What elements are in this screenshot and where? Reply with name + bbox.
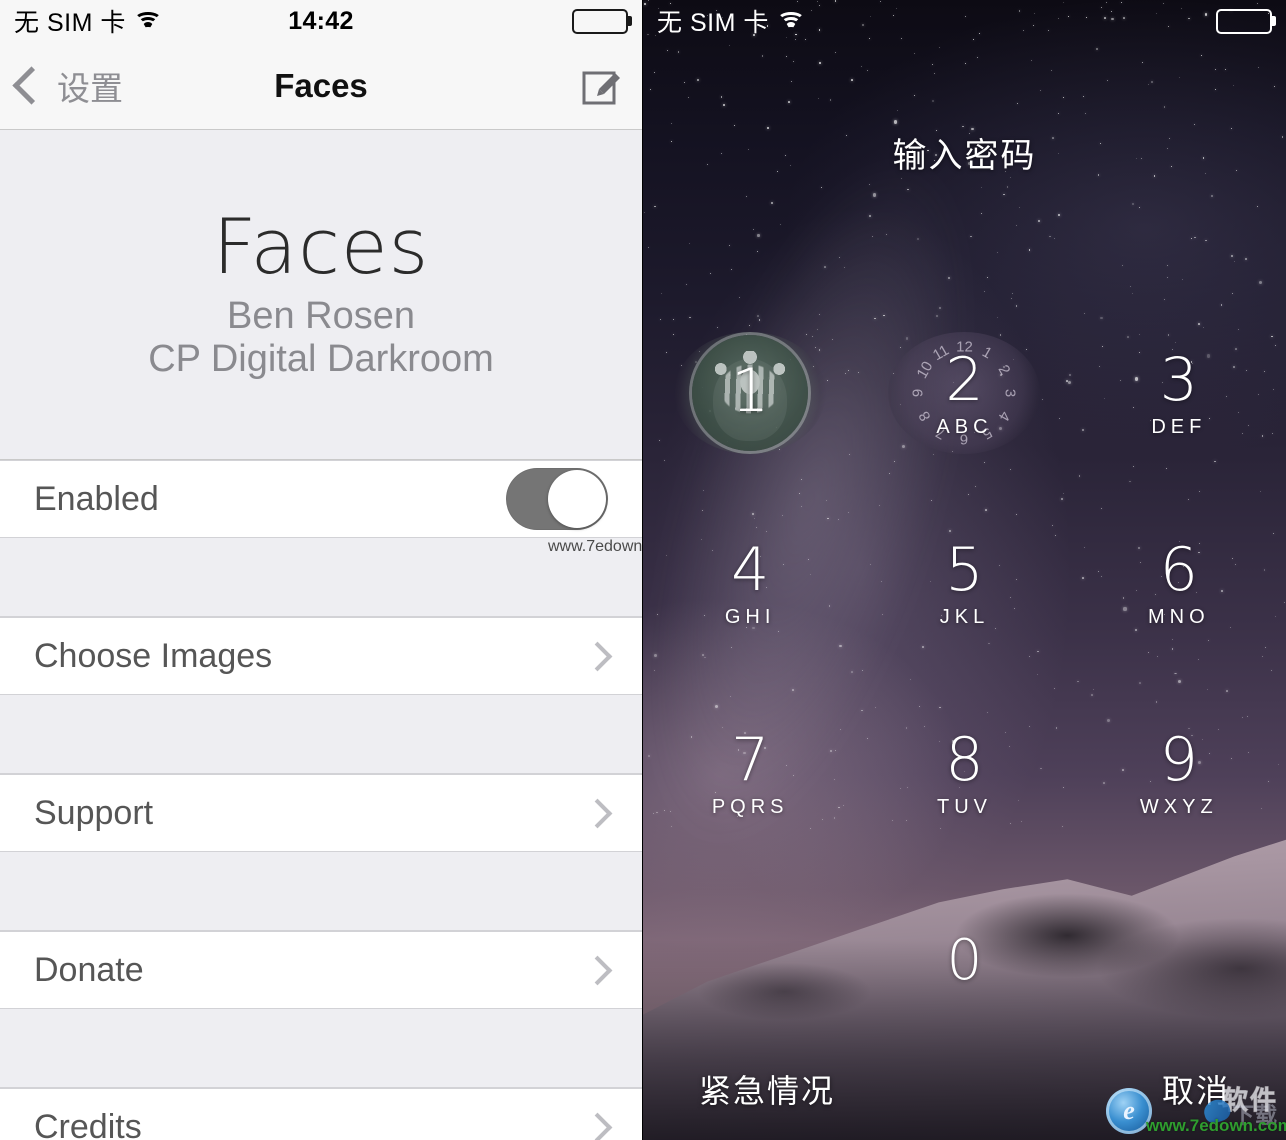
settings-row-enabled[interactable]: Enabled: [0, 460, 642, 538]
key-digit: 2: [945, 344, 984, 415]
key-digit: 5: [945, 534, 984, 605]
row-accessory: [582, 1112, 613, 1140]
settings-row-choose-images[interactable]: Choose Images: [0, 617, 642, 695]
keypad-key-4[interactable]: 4 GHI: [643, 520, 857, 648]
settings-row-label: Donate: [34, 950, 144, 989]
settings-row-label: Enabled: [34, 479, 159, 518]
key-letters: TUV: [936, 795, 992, 818]
status-bar-clock: 14:42: [288, 6, 354, 35]
chevron-right-icon: [582, 798, 613, 828]
chevron-right-icon: [582, 955, 613, 985]
navigation-bar: 设置 Faces: [0, 42, 642, 130]
key-letters: ABC: [936, 415, 993, 438]
emergency-call-button[interactable]: 紧急情况: [699, 1066, 835, 1112]
row-accessory: [582, 955, 613, 985]
settings-panel: 无 SIM 卡 14:42 设置 Faces Faces Ben Rosen C…: [0, 0, 643, 1140]
chevron-right-icon: [582, 641, 613, 671]
status-bar-lockscreen: 无 SIM 卡: [643, 0, 1286, 42]
keypad-key-3[interactable]: 3 DEF: [1072, 330, 1286, 458]
settings-row-donate[interactable]: Donate: [0, 931, 642, 1009]
app-name: Faces: [212, 201, 430, 291]
carrier-label: 无 SIM 卡: [657, 9, 769, 37]
key-letters: PQRS: [711, 795, 789, 818]
key-letters: WXYZ: [1139, 795, 1218, 818]
toggle-knob: [548, 470, 606, 528]
chevron-right-icon: [582, 1112, 613, 1140]
section-spacer: [0, 695, 642, 774]
settings-row-label: Choose Images: [34, 636, 273, 675]
app-author: Ben Rosen: [226, 294, 415, 337]
section-spacer: [0, 538, 642, 617]
back-button-label: 设置: [57, 69, 123, 107]
status-bar-settings: 无 SIM 卡 14:42: [0, 0, 642, 42]
app-company: CP Digital Darkroom: [148, 337, 494, 380]
settings-row-credits[interactable]: Credits: [0, 1088, 642, 1140]
battery-icon: [572, 8, 628, 34]
app-hero-header: Faces Ben Rosen CP Digital Darkroom: [0, 130, 642, 460]
keypad-key-1[interactable]: 1: [643, 330, 857, 458]
chevron-left-icon: [12, 66, 51, 105]
status-bar-right-group: [1216, 8, 1272, 34]
keypad-key-0[interactable]: 0: [857, 900, 1071, 1028]
keypad-key-9[interactable]: 9 WXYZ: [1072, 710, 1286, 838]
settings-row-support[interactable]: Support: [0, 774, 642, 852]
section-spacer: [0, 1009, 642, 1088]
key-letters: GHI: [724, 605, 776, 628]
key-digit: 6: [1159, 534, 1198, 605]
dual-screenshot-comparison: 无 SIM 卡 14:42 设置 Faces Faces Ben Rosen C…: [0, 0, 1286, 1140]
key-digit: 9: [1159, 724, 1198, 795]
key-digit: 0: [946, 928, 983, 993]
key-letters: JKL: [939, 605, 990, 628]
wifi-icon: [776, 11, 805, 31]
lock-screen-actions: 紧急情况 取消: [643, 1066, 1286, 1112]
keypad-key-6[interactable]: 6 MNO: [1072, 520, 1286, 648]
key-letters: MNO: [1147, 605, 1210, 628]
row-accessory: [582, 641, 613, 671]
row-accessory: [582, 798, 613, 828]
keypad-key-8[interactable]: 8 TUV: [857, 710, 1071, 838]
passcode-keypad: 1 12 1 2 3 4 5 6 7 8 9 10 11 2 ABC 3 DEF 4 GHI 5 J: [643, 330, 1286, 1028]
keypad-key-5[interactable]: 5 JKL: [857, 520, 1071, 648]
passcode-prompt: 输入密码: [892, 137, 1037, 175]
battery-icon: [1216, 8, 1272, 34]
back-button[interactable]: 设置: [12, 62, 123, 110]
key-digit: 7: [731, 724, 770, 795]
cancel-button[interactable]: 取消: [1162, 1066, 1230, 1112]
keypad-key-2[interactable]: 12 1 2 3 4 5 6 7 8 9 10 11 2 ABC: [857, 330, 1071, 458]
status-bar-right-group: [572, 8, 628, 34]
section-spacer: [0, 852, 642, 931]
key-letters: DEF: [1151, 415, 1207, 438]
keypad-key-7[interactable]: 7 PQRS: [643, 710, 857, 838]
status-bar-left-group: 无 SIM 卡: [657, 3, 805, 39]
key-digit: 4: [731, 534, 770, 605]
key-digit: 8: [945, 724, 984, 795]
settings-row-label: Support: [34, 793, 154, 832]
settings-row-label: Credits: [34, 1107, 142, 1140]
compose-edit-icon[interactable]: [578, 63, 624, 109]
lock-screen-panel: 无 SIM 卡 输入密码 1 12 1 2 3 4 5 6 7 8 9 10 11 2: [643, 0, 1286, 1140]
key-digit: 1: [731, 356, 770, 426]
enabled-toggle-switch[interactable]: [506, 468, 608, 530]
key-digit: 3: [1159, 344, 1198, 415]
